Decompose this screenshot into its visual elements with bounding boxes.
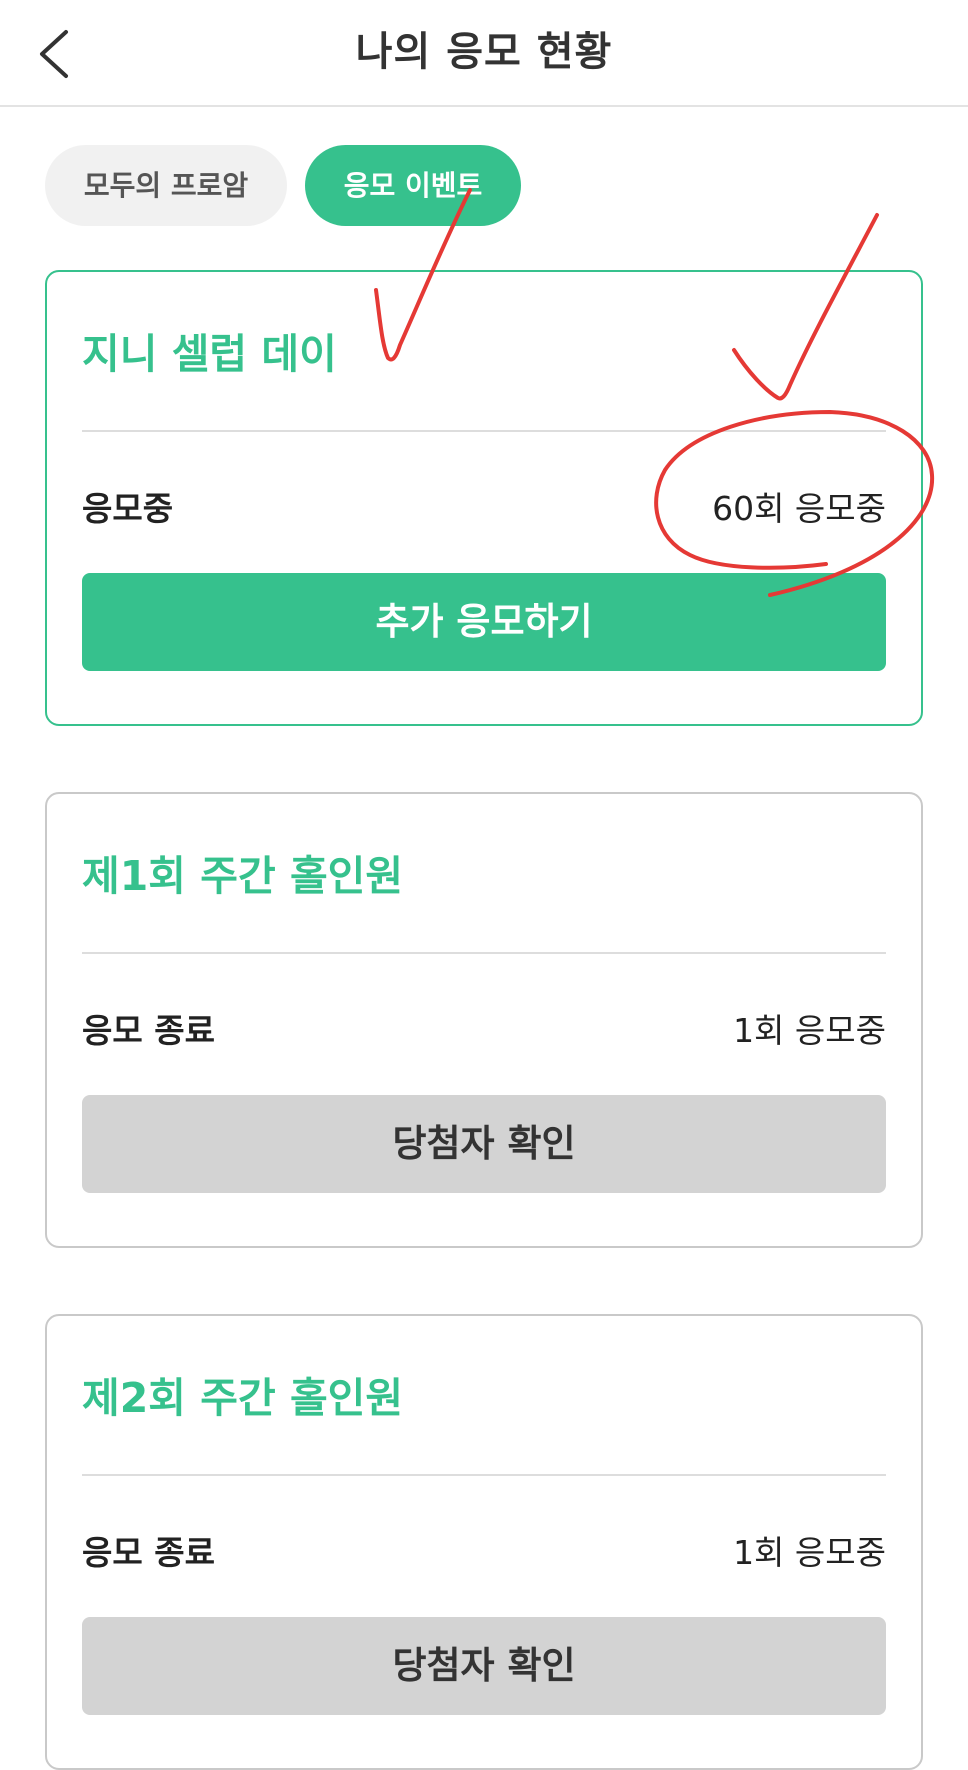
check-winner-button[interactable]: 당첨자 확인 bbox=[82, 1617, 886, 1715]
event-title: 제2회 주간 홀인원 bbox=[82, 1374, 404, 1422]
additional-entry-button[interactable]: 추가 응모하기 bbox=[82, 573, 886, 671]
entry-count: 60회 응모중 bbox=[712, 489, 886, 528]
entry-status: 응모 종료 bbox=[82, 1533, 215, 1572]
tab-bar: 모두의 프로암 응모 이벤트 bbox=[45, 145, 521, 226]
app-header: 나의 응모 현황 bbox=[0, 0, 968, 107]
entry-count: 1회 응모중 bbox=[733, 1011, 886, 1050]
event-card: 지니 셀럽 데이 응모중 60회 응모중 추가 응모하기 bbox=[45, 270, 923, 726]
event-card: 제1회 주간 홀인원 응모 종료 1회 응모중 당첨자 확인 bbox=[45, 792, 923, 1248]
tab-entry-event[interactable]: 응모 이벤트 bbox=[305, 145, 521, 226]
check-winner-button[interactable]: 당첨자 확인 bbox=[82, 1095, 886, 1193]
tab-everyone-proam[interactable]: 모두의 프로암 bbox=[45, 145, 287, 226]
divider bbox=[82, 430, 886, 432]
event-card: 제2회 주간 홀인원 응모 종료 1회 응모중 당첨자 확인 bbox=[45, 1314, 923, 1770]
entry-status: 응모 종료 bbox=[82, 1011, 215, 1050]
page-title: 나의 응모 현황 bbox=[355, 29, 613, 75]
event-title: 제1회 주간 홀인원 bbox=[82, 852, 404, 900]
entry-count: 1회 응모중 bbox=[733, 1533, 886, 1572]
event-title: 지니 셀럽 데이 bbox=[82, 330, 337, 378]
entry-status: 응모중 bbox=[82, 489, 174, 528]
divider bbox=[82, 1474, 886, 1476]
divider bbox=[82, 952, 886, 954]
